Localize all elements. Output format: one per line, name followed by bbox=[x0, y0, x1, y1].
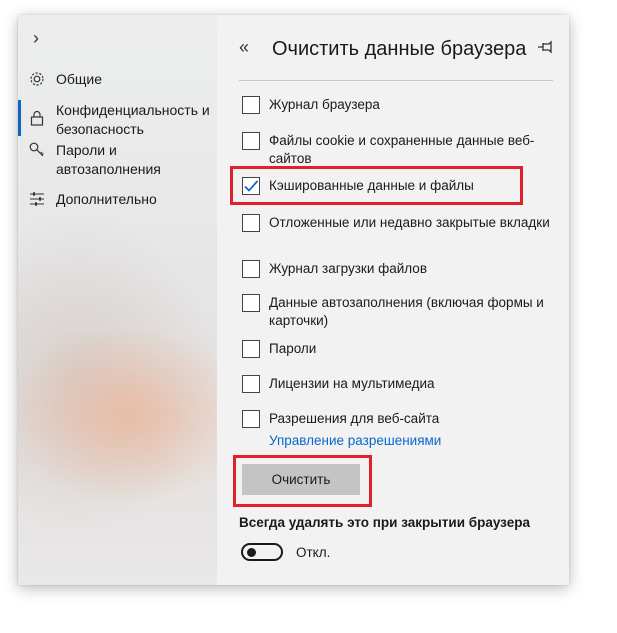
clear-data-panel: « Очистить данные браузера Журнал браузе… bbox=[217, 15, 569, 585]
checkbox[interactable] bbox=[242, 96, 260, 114]
checkbox[interactable] bbox=[242, 294, 260, 312]
option-label: Данные автозаполнения (включая формы и к… bbox=[269, 295, 544, 328]
settings-sidebar: › Общие Конфиденциальность и безопасност… bbox=[18, 15, 217, 585]
checkbox[interactable] bbox=[242, 132, 260, 150]
option-label: Пароли bbox=[269, 341, 317, 356]
checkbox-checked[interactable] bbox=[242, 177, 260, 195]
clear-button[interactable]: Очистить bbox=[242, 464, 360, 495]
sidebar-item-passwords[interactable]: Пароли и автозаполнения bbox=[18, 141, 217, 179]
checkbox[interactable] bbox=[242, 214, 260, 232]
checkbox[interactable] bbox=[242, 410, 260, 428]
sidebar-item-label: Пароли и автозаполнения bbox=[56, 142, 161, 177]
always-clear-toggle[interactable] bbox=[241, 543, 283, 561]
sidebar-item-general[interactable]: Общие bbox=[18, 70, 217, 90]
option-label: Отложенные или недавно закрытые вкладки bbox=[269, 215, 550, 230]
option-label: Журнал браузера bbox=[269, 97, 380, 112]
checkbox[interactable] bbox=[242, 260, 260, 278]
settings-window: › Общие Конфиденциальность и безопасност… bbox=[18, 15, 569, 585]
checkmark-icon bbox=[243, 179, 258, 192]
key-icon bbox=[29, 142, 44, 157]
sidebar-item-privacy[interactable]: Конфиденциальность и безопасность bbox=[18, 101, 217, 139]
checkbox[interactable] bbox=[242, 375, 260, 393]
option-label: Кэшированные данные и файлы bbox=[269, 178, 474, 193]
option-label: Разрешения для веб-сайта bbox=[269, 411, 440, 426]
sidebar-item-label: Дополнительно bbox=[56, 191, 157, 207]
sliders-icon bbox=[30, 192, 44, 206]
sidebar-item-advanced[interactable]: Дополнительно bbox=[18, 190, 217, 210]
pin-icon[interactable] bbox=[537, 39, 557, 55]
option-label: Лицензии на мультимедиа bbox=[269, 376, 435, 391]
title-divider bbox=[239, 80, 553, 81]
always-clear-heading: Всегда удалять это при закрытии браузера bbox=[239, 515, 530, 530]
gear-icon bbox=[30, 72, 44, 86]
manage-permissions-link[interactable]: Управление разрешениями bbox=[269, 433, 441, 448]
double-chevron-left-icon[interactable]: « bbox=[239, 37, 249, 58]
option-label: Журнал загрузки файлов bbox=[269, 261, 427, 276]
checkbox[interactable] bbox=[242, 340, 260, 358]
sidebar-item-label: Конфиденциальность и безопасность bbox=[56, 102, 210, 137]
lock-icon bbox=[30, 110, 44, 126]
page-title: Очистить данные браузера bbox=[272, 38, 527, 60]
sidebar-item-label: Общие bbox=[56, 71, 103, 87]
option-label: Файлы cookie и сохраненные данные веб-са… bbox=[269, 133, 535, 166]
chevron-right-icon[interactable]: › bbox=[33, 29, 39, 47]
toggle-knob bbox=[247, 548, 256, 557]
toggle-state-label: Откл. bbox=[296, 545, 331, 560]
